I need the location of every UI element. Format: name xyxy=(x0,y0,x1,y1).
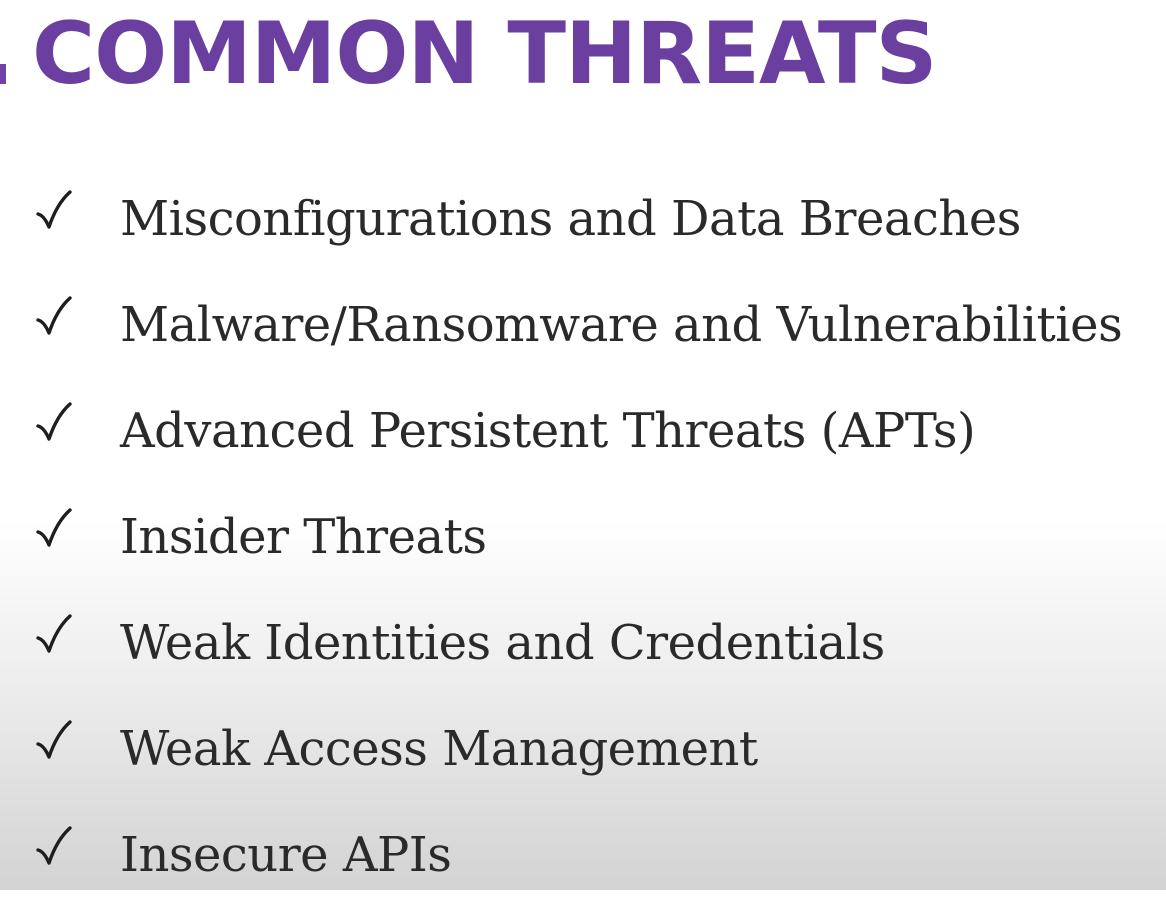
check-icon xyxy=(36,826,72,865)
list-item-label: Malware/Ransomware and Vulnerabilities xyxy=(120,297,1123,353)
check-icon xyxy=(36,720,72,759)
list-item: Weak Identities and Credentials xyxy=(0,588,1166,694)
threat-list: Misconfigurations and Data Breaches Malw… xyxy=(0,164,1166,906)
list-item: Misconfigurations and Data Breaches xyxy=(0,164,1166,270)
list-item: Insecure APIs xyxy=(0,800,1166,906)
list-item: Malware/Ransomware and Vulnerabilities xyxy=(0,270,1166,376)
list-item-label: Weak Access Management xyxy=(120,721,758,777)
list-item: Insider Threats xyxy=(0,482,1166,588)
list-item: Advanced Persistent Threats (APTs) xyxy=(0,376,1166,482)
list-item: Weak Access Management xyxy=(0,694,1166,800)
list-item-label: Weak Identities and Credentials xyxy=(120,615,885,671)
list-item-label: Insider Threats xyxy=(120,509,487,565)
slide-title: COMMON THREATS xyxy=(32,4,937,104)
slide: COMMON THREATS Misconfigurations and Dat… xyxy=(0,0,1166,890)
title-accent-bar xyxy=(0,64,6,84)
check-icon xyxy=(36,190,72,229)
check-icon xyxy=(36,614,72,653)
list-item-label: Insecure APIs xyxy=(120,827,452,883)
check-icon xyxy=(36,508,72,547)
list-item-label: Misconfigurations and Data Breaches xyxy=(120,191,1021,247)
list-item-label: Advanced Persistent Threats (APTs) xyxy=(120,403,976,459)
check-icon xyxy=(36,402,72,441)
check-icon xyxy=(36,296,72,335)
